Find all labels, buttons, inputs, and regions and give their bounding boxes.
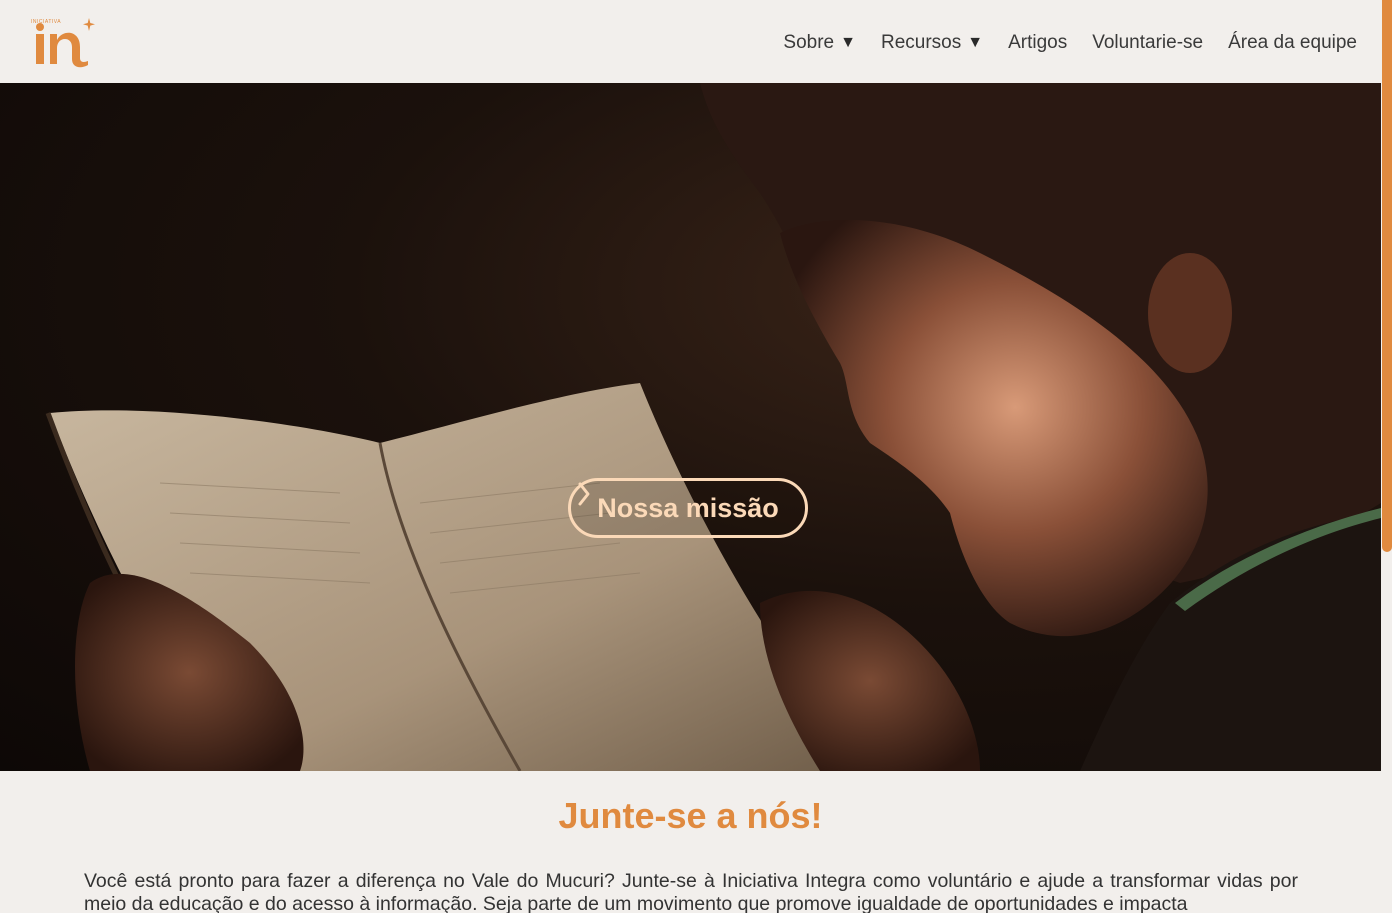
logo-icon: INICIATIVA [31, 18, 95, 68]
nav-item-label: Artigos [1008, 32, 1068, 53]
nav-item-recursos[interactable]: Recursos ▼ [881, 32, 983, 54]
nav-item-area-da-equipe[interactable]: Área da equipe [1228, 32, 1357, 54]
join-text: Você está pronto para fazer a diferença … [84, 870, 1298, 913]
nav-item-label: Voluntarie-se [1092, 32, 1204, 53]
svg-text:INICIATIVA: INICIATIVA [31, 19, 61, 25]
main-nav: Sobre ▼ Recursos ▼ Artigos Voluntarie-se… [758, 0, 1357, 86]
caret-down-icon: ▼ [840, 34, 856, 51]
chevron-right-icon [578, 482, 590, 506]
hero-section: Nossa missão [0, 83, 1381, 771]
nav-item-label: Área da equipe [1228, 32, 1357, 53]
hero-image [45, 83, 1381, 771]
nav-item-artigos[interactable]: Artigos [1008, 32, 1067, 54]
mission-button-label: Nossa missão [597, 492, 779, 523]
logo[interactable]: INICIATIVA [26, 14, 100, 70]
scrollbar-thumb[interactable] [1382, 0, 1392, 552]
caret-down-icon: ▼ [967, 34, 984, 51]
site-header: INICIATIVA Sobre ▼ Recursos ▼ Artigos Vo… [0, 0, 1381, 83]
join-title: Junte-se a nós! [558, 795, 823, 836]
mission-button[interactable]: Nossa missão [568, 478, 808, 538]
nav-item-voluntarie-se[interactable]: Voluntarie-se [1092, 32, 1203, 54]
nav-item-sobre[interactable]: Sobre ▼ [783, 32, 856, 54]
nav-item-label: Recursos [880, 32, 962, 53]
page: INICIATIVA Sobre ▼ Recursos ▼ Artigos Vo… [0, 0, 1381, 913]
nav-item-label: Sobre [783, 32, 835, 53]
